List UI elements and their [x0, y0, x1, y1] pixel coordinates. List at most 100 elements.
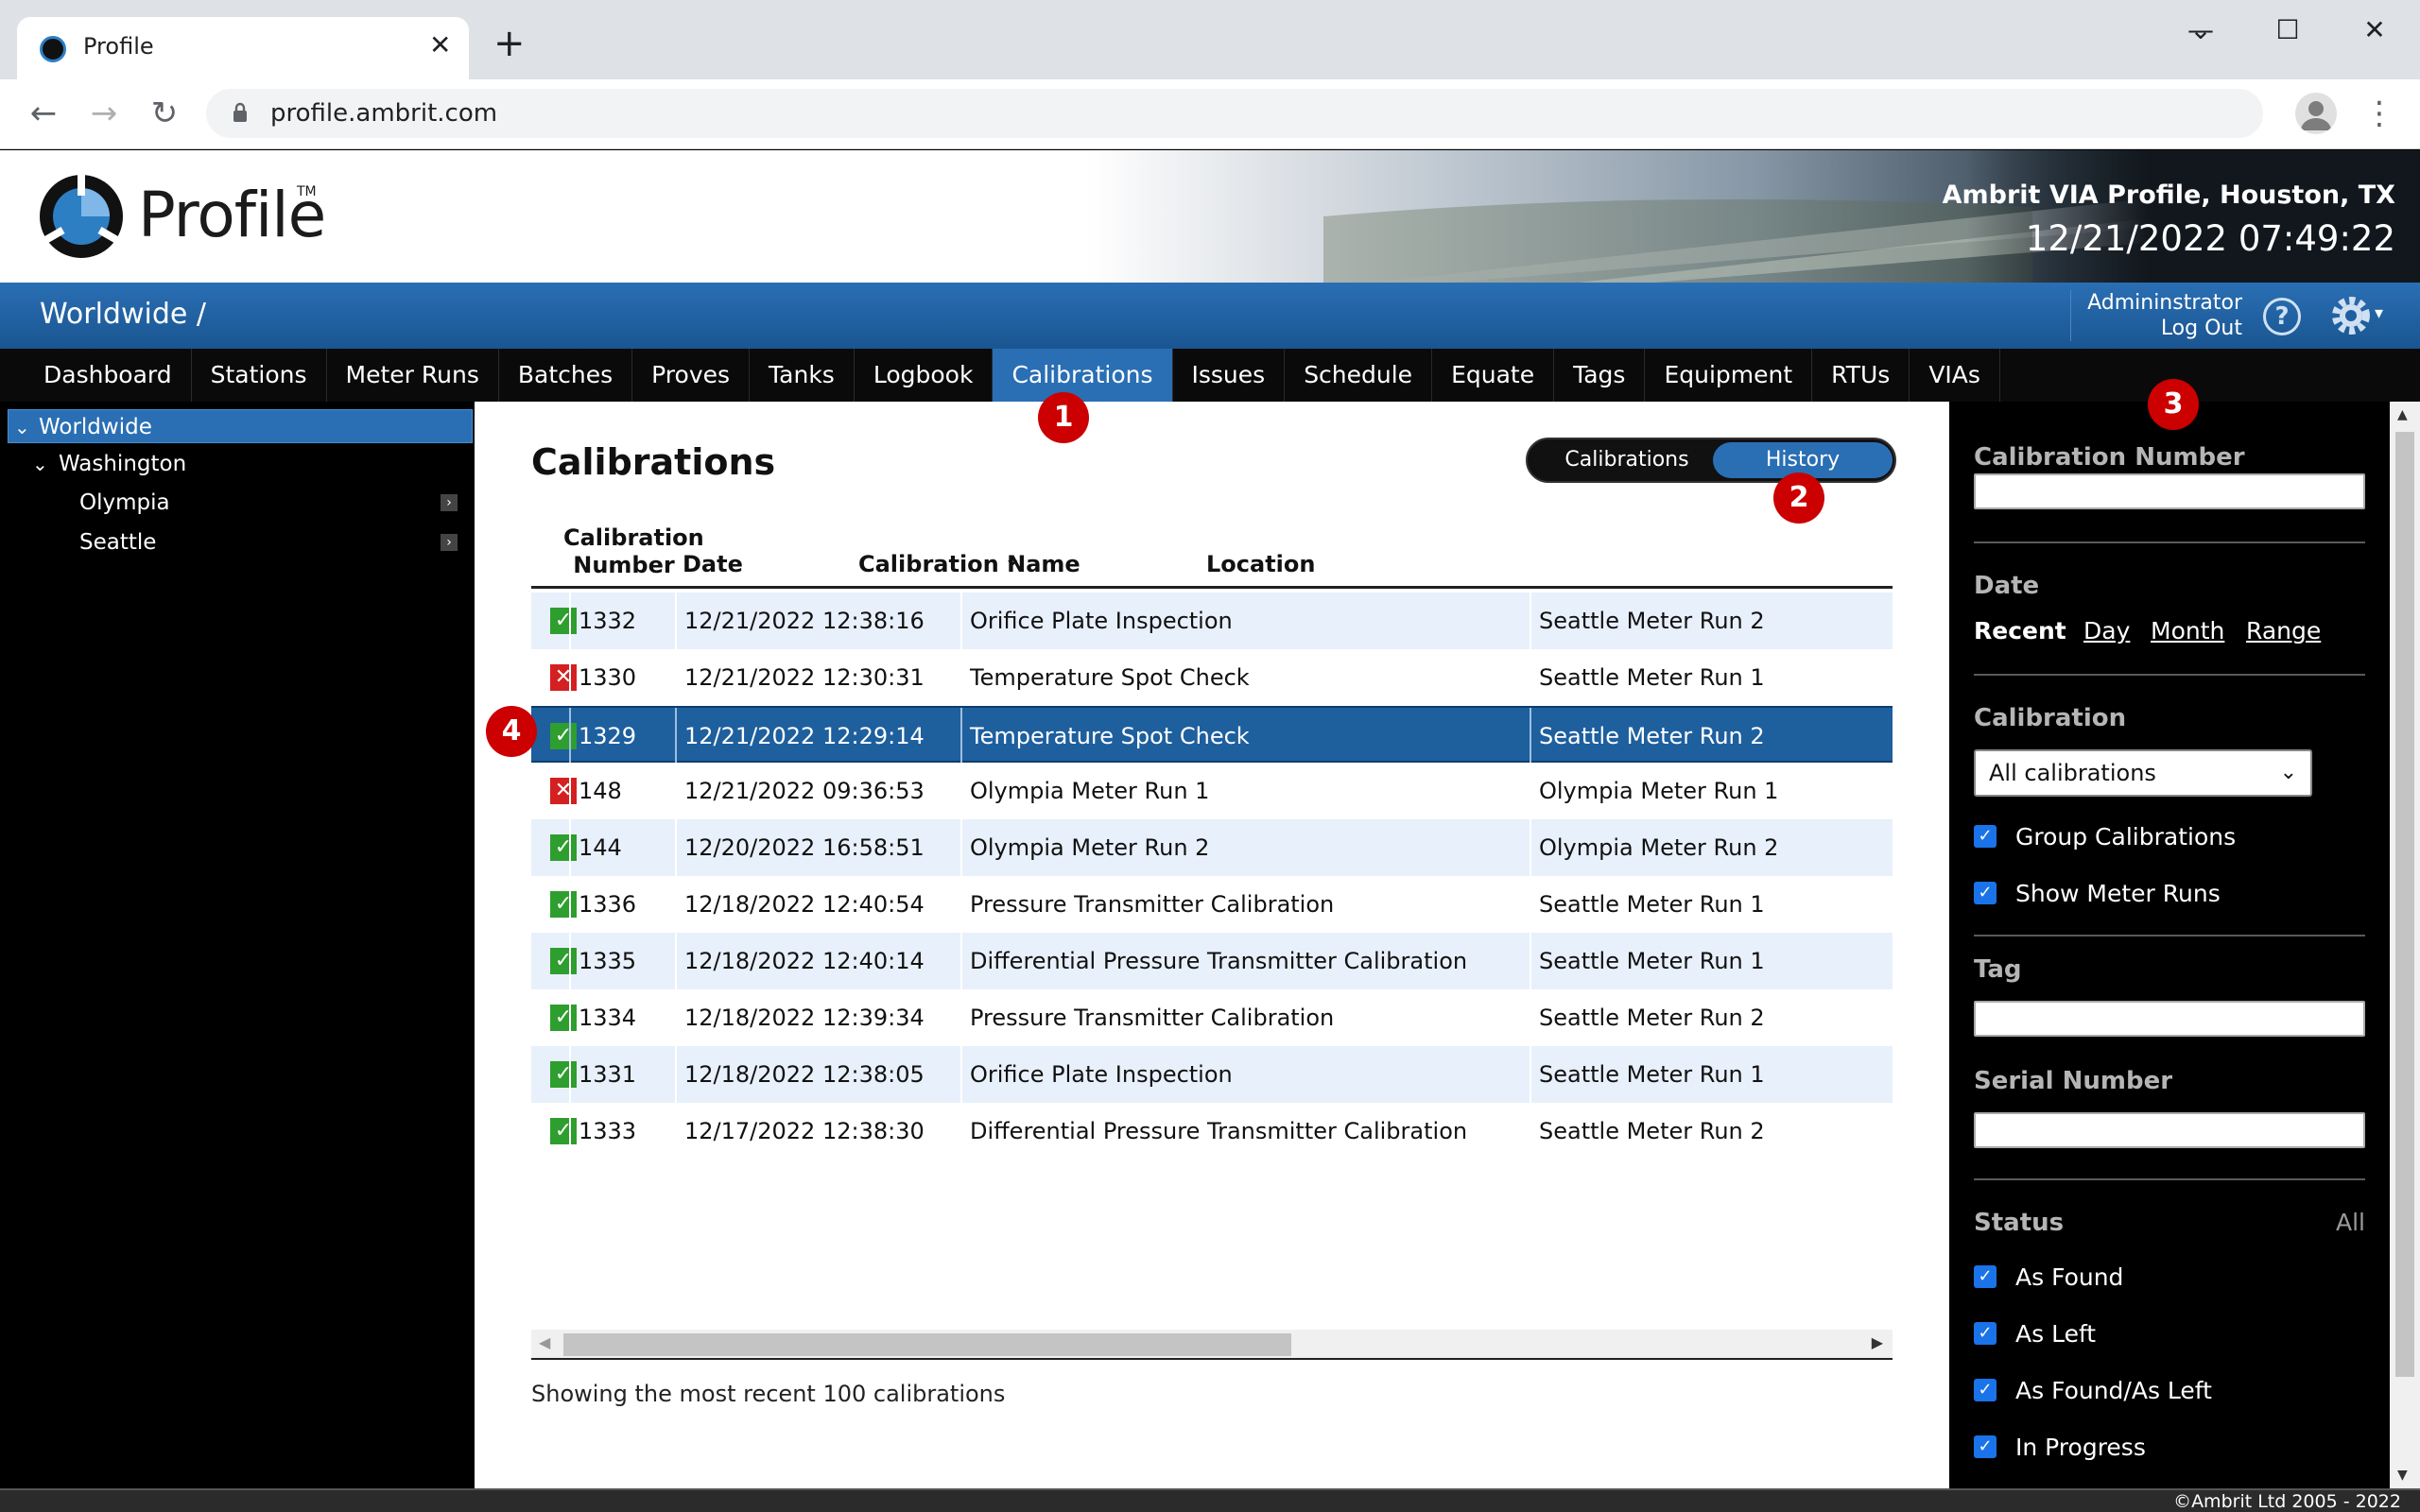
tree-item-washington[interactable]: ⌄ Washington [8, 447, 473, 481]
window-maximize-icon[interactable]: ☐ [2269, 11, 2307, 49]
expand-arrow-icon[interactable]: › [441, 534, 458, 551]
nav-equate[interactable]: Equate [1432, 349, 1555, 402]
checkbox-checked-icon[interactable]: ✓ [1974, 882, 1996, 904]
window-minimize-icon[interactable]: — [2182, 11, 2220, 49]
scrollbar-thumb[interactable] [563, 1333, 1291, 1356]
nav-rtus[interactable]: RTUs [1812, 349, 1910, 402]
checkbox-checked-icon[interactable]: ✓ [1974, 825, 1996, 848]
cell-calibration-number: 148 [569, 763, 675, 819]
new-tab-icon[interactable]: + [493, 25, 526, 62]
chevron-down-icon[interactable]: ⌄ [32, 447, 48, 481]
help-icon[interactable]: ? [2263, 298, 2301, 335]
status-in-progress-checkbox[interactable]: ✓ In Progress [1974, 1434, 2352, 1462]
status-all-link[interactable]: All [2336, 1209, 2365, 1236]
scroll-left-icon[interactable]: ◀ [539, 1333, 550, 1351]
table-row[interactable]: ✕ 148 12/21/2022 09:36:53 Olympia Meter Run… [531, 763, 1893, 819]
scroll-up-icon[interactable]: ▲ [2397, 407, 2408, 422]
tag-input[interactable] [1974, 1001, 2365, 1037]
address-bar[interactable]: profile.ambrit.com [206, 89, 2263, 138]
nav-meter-runs[interactable]: Meter Runs [327, 349, 499, 402]
window-close-icon[interactable]: ✕ [2356, 11, 2394, 49]
tab-title: Profile [83, 33, 154, 60]
calibration-select[interactable]: All calibrations ⌄ [1974, 749, 2312, 797]
reload-icon[interactable]: ↻ [144, 94, 185, 132]
vertical-scrollbar[interactable]: ▲ ▼ [2390, 402, 2420, 1488]
table-row[interactable]: ✓ 1336 12/18/2022 12:40:54 Pressure Transmi… [531, 876, 1893, 933]
column-date[interactable]: Date [683, 551, 743, 577]
column-location[interactable]: Location [1206, 551, 1315, 577]
nav-proves[interactable]: Proves [632, 349, 751, 402]
nav-equipment[interactable]: Equipment [1645, 349, 1813, 402]
date-option-range[interactable]: Range [2246, 617, 2321, 644]
date-option-month[interactable]: Month [2151, 617, 2224, 644]
gear-icon[interactable] [2329, 294, 2373, 337]
status-as-found-checkbox[interactable]: ✓ As Found [1974, 1263, 2352, 1292]
back-arrow-icon[interactable]: ← [23, 94, 64, 132]
nav-logbook[interactable]: Logbook [855, 349, 994, 402]
table-row[interactable]: ✓ 1332 12/21/2022 12:38:16 Orifice Plate In… [531, 593, 1893, 649]
lock-icon [233, 102, 247, 122]
chevron-down-icon: ⌄ [2279, 761, 2297, 784]
nav-tags[interactable]: Tags [1554, 349, 1646, 402]
table-row[interactable]: ✓ 1333 12/17/2022 12:38:30 Differential Pre… [531, 1103, 1893, 1160]
toggle-calibrations[interactable]: Calibrations [1537, 439, 1717, 481]
date-option-day[interactable]: Day [2083, 617, 2130, 644]
tree-item-worldwide[interactable]: ⌄ Worldwide [8, 409, 473, 443]
browser-menu-icon[interactable]: ⋮ [2363, 91, 2395, 136]
column-calibration-name[interactable]: Calibration Name [858, 551, 1080, 577]
tree-item-seattle[interactable]: Seattle › [8, 525, 473, 559]
scroll-down-icon[interactable]: ▼ [2397, 1468, 2408, 1483]
column-calibration-number[interactable]: Calibration Number [563, 524, 704, 579]
nav-issues[interactable]: Issues [1173, 349, 1286, 402]
tab-close-icon[interactable]: ✕ [429, 30, 451, 60]
table-row[interactable]: ✓ 144 12/20/2022 16:58:51 Olympia Meter Run… [531, 819, 1893, 876]
settings-caret-icon[interactable]: ▾ [2375, 303, 2383, 323]
expand-arrow-icon[interactable]: › [441, 494, 458, 511]
date-option-recent[interactable]: Recent [1974, 617, 2066, 644]
status-as-found-as-left-checkbox[interactable]: ✓ As Found/As Left [1974, 1377, 2352, 1405]
cell-calibration-name: Differential Pressure Transmitter Calibr… [960, 1103, 1530, 1160]
callout-marker-3: 3 [2148, 379, 2199, 430]
logout-link[interactable]: Log Out [2071, 316, 2242, 341]
checkbox-checked-icon[interactable]: ✓ [1974, 1322, 1996, 1345]
table-row[interactable]: ✓ 1331 12/18/2022 12:38:05 Orifice Plate In… [531, 1046, 1893, 1103]
chevron-down-icon[interactable]: ⌄ [14, 410, 30, 444]
forward-arrow-icon[interactable]: → [83, 94, 125, 132]
cell-calibration-number: 1332 [569, 593, 675, 649]
table-row[interactable]: ✓ 1335 12/18/2022 12:40:14 Differential Pre… [531, 933, 1893, 989]
nav-calibrations[interactable]: Calibrations [993, 349, 1173, 402]
calibration-number-input[interactable] [1974, 473, 2365, 509]
nav-vias[interactable]: VIAs [1910, 349, 2000, 402]
nav-dashboard[interactable]: Dashboard [25, 349, 192, 402]
table-row[interactable]: ✕ 1330 12/21/2022 12:30:31 Temperature Spot… [531, 649, 1893, 706]
callout-marker-1: 1 [1038, 392, 1089, 443]
group-calibrations-checkbox[interactable]: ✓ Group Calibrations [1974, 823, 2352, 851]
nav-tanks[interactable]: Tanks [750, 349, 855, 402]
filter-serial-number-label: Serial Number [1974, 1067, 2173, 1095]
profile-logo-icon [40, 175, 123, 258]
nav-batches[interactable]: Batches [499, 349, 633, 402]
breadcrumb[interactable]: Worldwide / [40, 298, 206, 331]
browser-tab[interactable]: Profile ✕ [17, 17, 469, 79]
nav-schedule[interactable]: Schedule [1285, 349, 1433, 402]
account-avatar-icon[interactable] [2295, 93, 2337, 134]
horizontal-scrollbar[interactable]: ◀ ▶ [531, 1330, 1893, 1360]
scroll-right-icon[interactable]: ▶ [1872, 1333, 1883, 1351]
show-meter-runs-checkbox[interactable]: ✓ Show Meter Runs [1974, 880, 2352, 908]
table-row[interactable]: ✓ 1334 12/18/2022 12:39:34 Pressure Transmi… [531, 989, 1893, 1046]
cell-date: 12/20/2022 16:58:51 [675, 819, 960, 876]
serial-number-input[interactable] [1974, 1112, 2365, 1148]
checkbox-checked-icon[interactable]: ✓ [1974, 1379, 1996, 1401]
user-name[interactable]: Admininstrator [2071, 290, 2242, 316]
table-row[interactable]: ✓ 1329 12/21/2022 12:29:14 Temperature Spot… [531, 706, 1893, 765]
profile-favicon-icon [40, 36, 66, 62]
scrollbar-thumb[interactable] [2395, 432, 2414, 1377]
tree-item-olympia[interactable]: Olympia › [8, 486, 473, 520]
checkbox-checked-icon[interactable]: ✓ [1974, 1265, 1996, 1288]
cell-date: 12/18/2022 12:40:14 [675, 933, 960, 989]
status-as-left-checkbox[interactable]: ✓ As Left [1974, 1320, 2352, 1349]
nav-stations[interactable]: Stations [192, 349, 327, 402]
cell-location: Seattle Meter Run 2 [1530, 1103, 1893, 1160]
checkbox-checked-icon[interactable]: ✓ [1974, 1435, 1996, 1458]
cell-date: 12/21/2022 12:38:16 [675, 593, 960, 649]
